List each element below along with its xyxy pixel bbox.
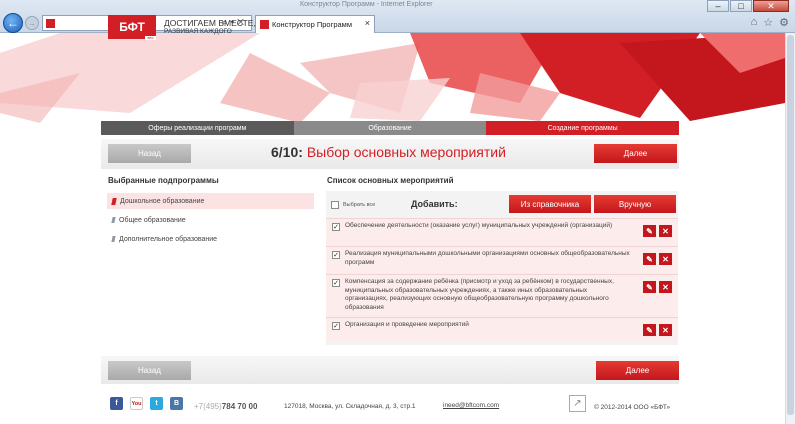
activity-row[interactable]: ✓ Организация и проведение мероприятий ✎… bbox=[326, 317, 678, 341]
select-all[interactable]: Выбрать все bbox=[331, 201, 375, 209]
browser-tab[interactable]: Конструктор Программ × bbox=[255, 15, 375, 33]
window-title: Конструктор Программ - Internet Explorer bbox=[300, 1, 433, 8]
vk-icon[interactable]: В bbox=[170, 397, 183, 410]
step-name: Выбор основных мероприятий bbox=[306, 144, 506, 160]
edit-icon[interactable]: ✎ bbox=[643, 324, 656, 336]
subprogram-label: Дошкольное образование bbox=[120, 197, 205, 205]
delete-icon[interactable]: ✕ bbox=[659, 225, 672, 237]
window-controls: – □ ✕ bbox=[707, 0, 789, 12]
bottom-back-button[interactable]: Назад bbox=[108, 361, 191, 380]
phone-number: 784 70 00 bbox=[221, 402, 258, 411]
tab-title: Конструктор Программ bbox=[272, 20, 352, 29]
edit-icon[interactable]: ✎ bbox=[643, 225, 656, 237]
favicon-icon bbox=[46, 18, 55, 28]
page-scrollbar[interactable] bbox=[785, 33, 795, 424]
delete-icon[interactable]: ✕ bbox=[659, 253, 672, 265]
bullet-icon bbox=[111, 217, 116, 223]
activity-text: Компенсация за содержание ребёнка (присм… bbox=[345, 278, 614, 311]
activity-row[interactable]: ✓ Реализация муниципальными дошкольными … bbox=[326, 246, 678, 274]
close-window-button[interactable]: ✕ bbox=[753, 0, 789, 12]
select-all-label: Выбрать все bbox=[343, 202, 376, 208]
footer-address: 127018, Москва, ул. Складочная, д. 3, ст… bbox=[284, 403, 416, 410]
arrow-left-icon: ← bbox=[7, 16, 19, 30]
subprogram-item-additional[interactable]: Дополнительное образование bbox=[107, 231, 314, 247]
browser-toolbar-icons: ⌂ ☆ ⚙ bbox=[751, 16, 789, 29]
activity-row[interactable]: ✓ Компенсация за содержание ребёнка (при… bbox=[326, 274, 678, 317]
tab-close-icon[interactable]: × bbox=[365, 18, 370, 28]
activities-heading: Список основных мероприятий bbox=[327, 176, 454, 185]
step-tab-1[interactable]: Оферы реализации программ bbox=[101, 121, 294, 135]
facebook-icon[interactable]: f bbox=[110, 397, 123, 410]
edit-icon[interactable]: ✎ bbox=[643, 281, 656, 293]
activity-text: Реализация муниципальными дошкольными ор… bbox=[345, 250, 630, 266]
step-tab-3[interactable]: Создание программы bbox=[486, 121, 680, 135]
bottom-next-button[interactable]: Далее bbox=[596, 361, 679, 380]
twitter-icon[interactable]: t bbox=[150, 397, 163, 410]
phone-prefix: +7(495) bbox=[194, 402, 222, 411]
subprogram-item-general[interactable]: Общее образование bbox=[107, 212, 314, 228]
next-button[interactable]: Далее bbox=[594, 144, 677, 163]
arrow-right-icon: → bbox=[28, 18, 36, 28]
activity-checkbox[interactable]: ✓ bbox=[332, 223, 340, 231]
external-link-icon[interactable]: ↗ bbox=[569, 395, 586, 412]
activity-row[interactable]: ✓ Обеспечение деятельности (оказание усл… bbox=[326, 218, 678, 246]
slogan-line2: РАЗВИВАЯ КАЖДОГО bbox=[164, 28, 232, 35]
tab-favicon-icon bbox=[260, 20, 269, 29]
from-reference-button[interactable]: Из справочника bbox=[509, 195, 591, 213]
activity-checkbox[interactable]: ✓ bbox=[332, 322, 340, 330]
back-nav-button[interactable]: ← bbox=[3, 13, 23, 33]
add-label: Добавить: bbox=[411, 199, 458, 209]
slogan-line1: ДОСТИГАЕМ ВМЕСТЕ, bbox=[164, 18, 256, 28]
activity-text: Организация и проведение мероприятий bbox=[345, 321, 469, 328]
step-number: 6/10: bbox=[271, 144, 303, 160]
home-icon[interactable]: ⌂ bbox=[751, 16, 758, 29]
footer-email-link[interactable]: ineed@bftcom.com bbox=[443, 402, 499, 409]
subprogram-label: Дополнительное образование bbox=[119, 235, 218, 243]
bullet-icon bbox=[111, 236, 116, 242]
back-button[interactable]: Назад bbox=[108, 144, 191, 163]
forward-nav-button[interactable]: → bbox=[25, 16, 39, 30]
step-tab-2[interactable]: Образование bbox=[293, 121, 487, 135]
step-title: 6/10: Выбор основных мероприятий bbox=[271, 144, 506, 160]
copyright: © 2012-2014 ООО «БФТ» bbox=[594, 404, 671, 411]
activity-checkbox[interactable]: ✓ bbox=[332, 251, 340, 259]
favorites-star-icon[interactable]: ☆ bbox=[763, 16, 773, 29]
logo-sub: BBS bbox=[145, 36, 156, 40]
activity-text: Обеспечение деятельности (оказание услуг… bbox=[345, 222, 613, 229]
youtube-icon[interactable]: You bbox=[130, 397, 143, 410]
subprogram-item-preschool[interactable]: Дошкольное образование bbox=[107, 193, 314, 209]
delete-icon[interactable]: ✕ bbox=[659, 281, 672, 293]
maximize-button[interactable]: □ bbox=[730, 0, 752, 12]
manual-button[interactable]: Вручную bbox=[594, 195, 676, 213]
phone: +7(495)784 70 00 bbox=[194, 402, 257, 411]
activity-checkbox[interactable]: ✓ bbox=[332, 279, 340, 287]
delete-icon[interactable]: ✕ bbox=[659, 324, 672, 336]
edit-icon[interactable]: ✎ bbox=[643, 253, 656, 265]
select-all-checkbox[interactable] bbox=[331, 201, 339, 209]
subprogram-label: Общее образование bbox=[119, 216, 186, 224]
minimize-button[interactable]: – bbox=[707, 0, 729, 12]
settings-gear-icon[interactable]: ⚙ bbox=[779, 16, 789, 29]
bullet-icon bbox=[111, 197, 117, 205]
subprograms-heading: Выбранные подпрограммы bbox=[108, 176, 219, 185]
scrollbar-thumb[interactable] bbox=[787, 35, 794, 415]
progress-steps: Оферы реализации программ Образование Со… bbox=[101, 121, 680, 135]
